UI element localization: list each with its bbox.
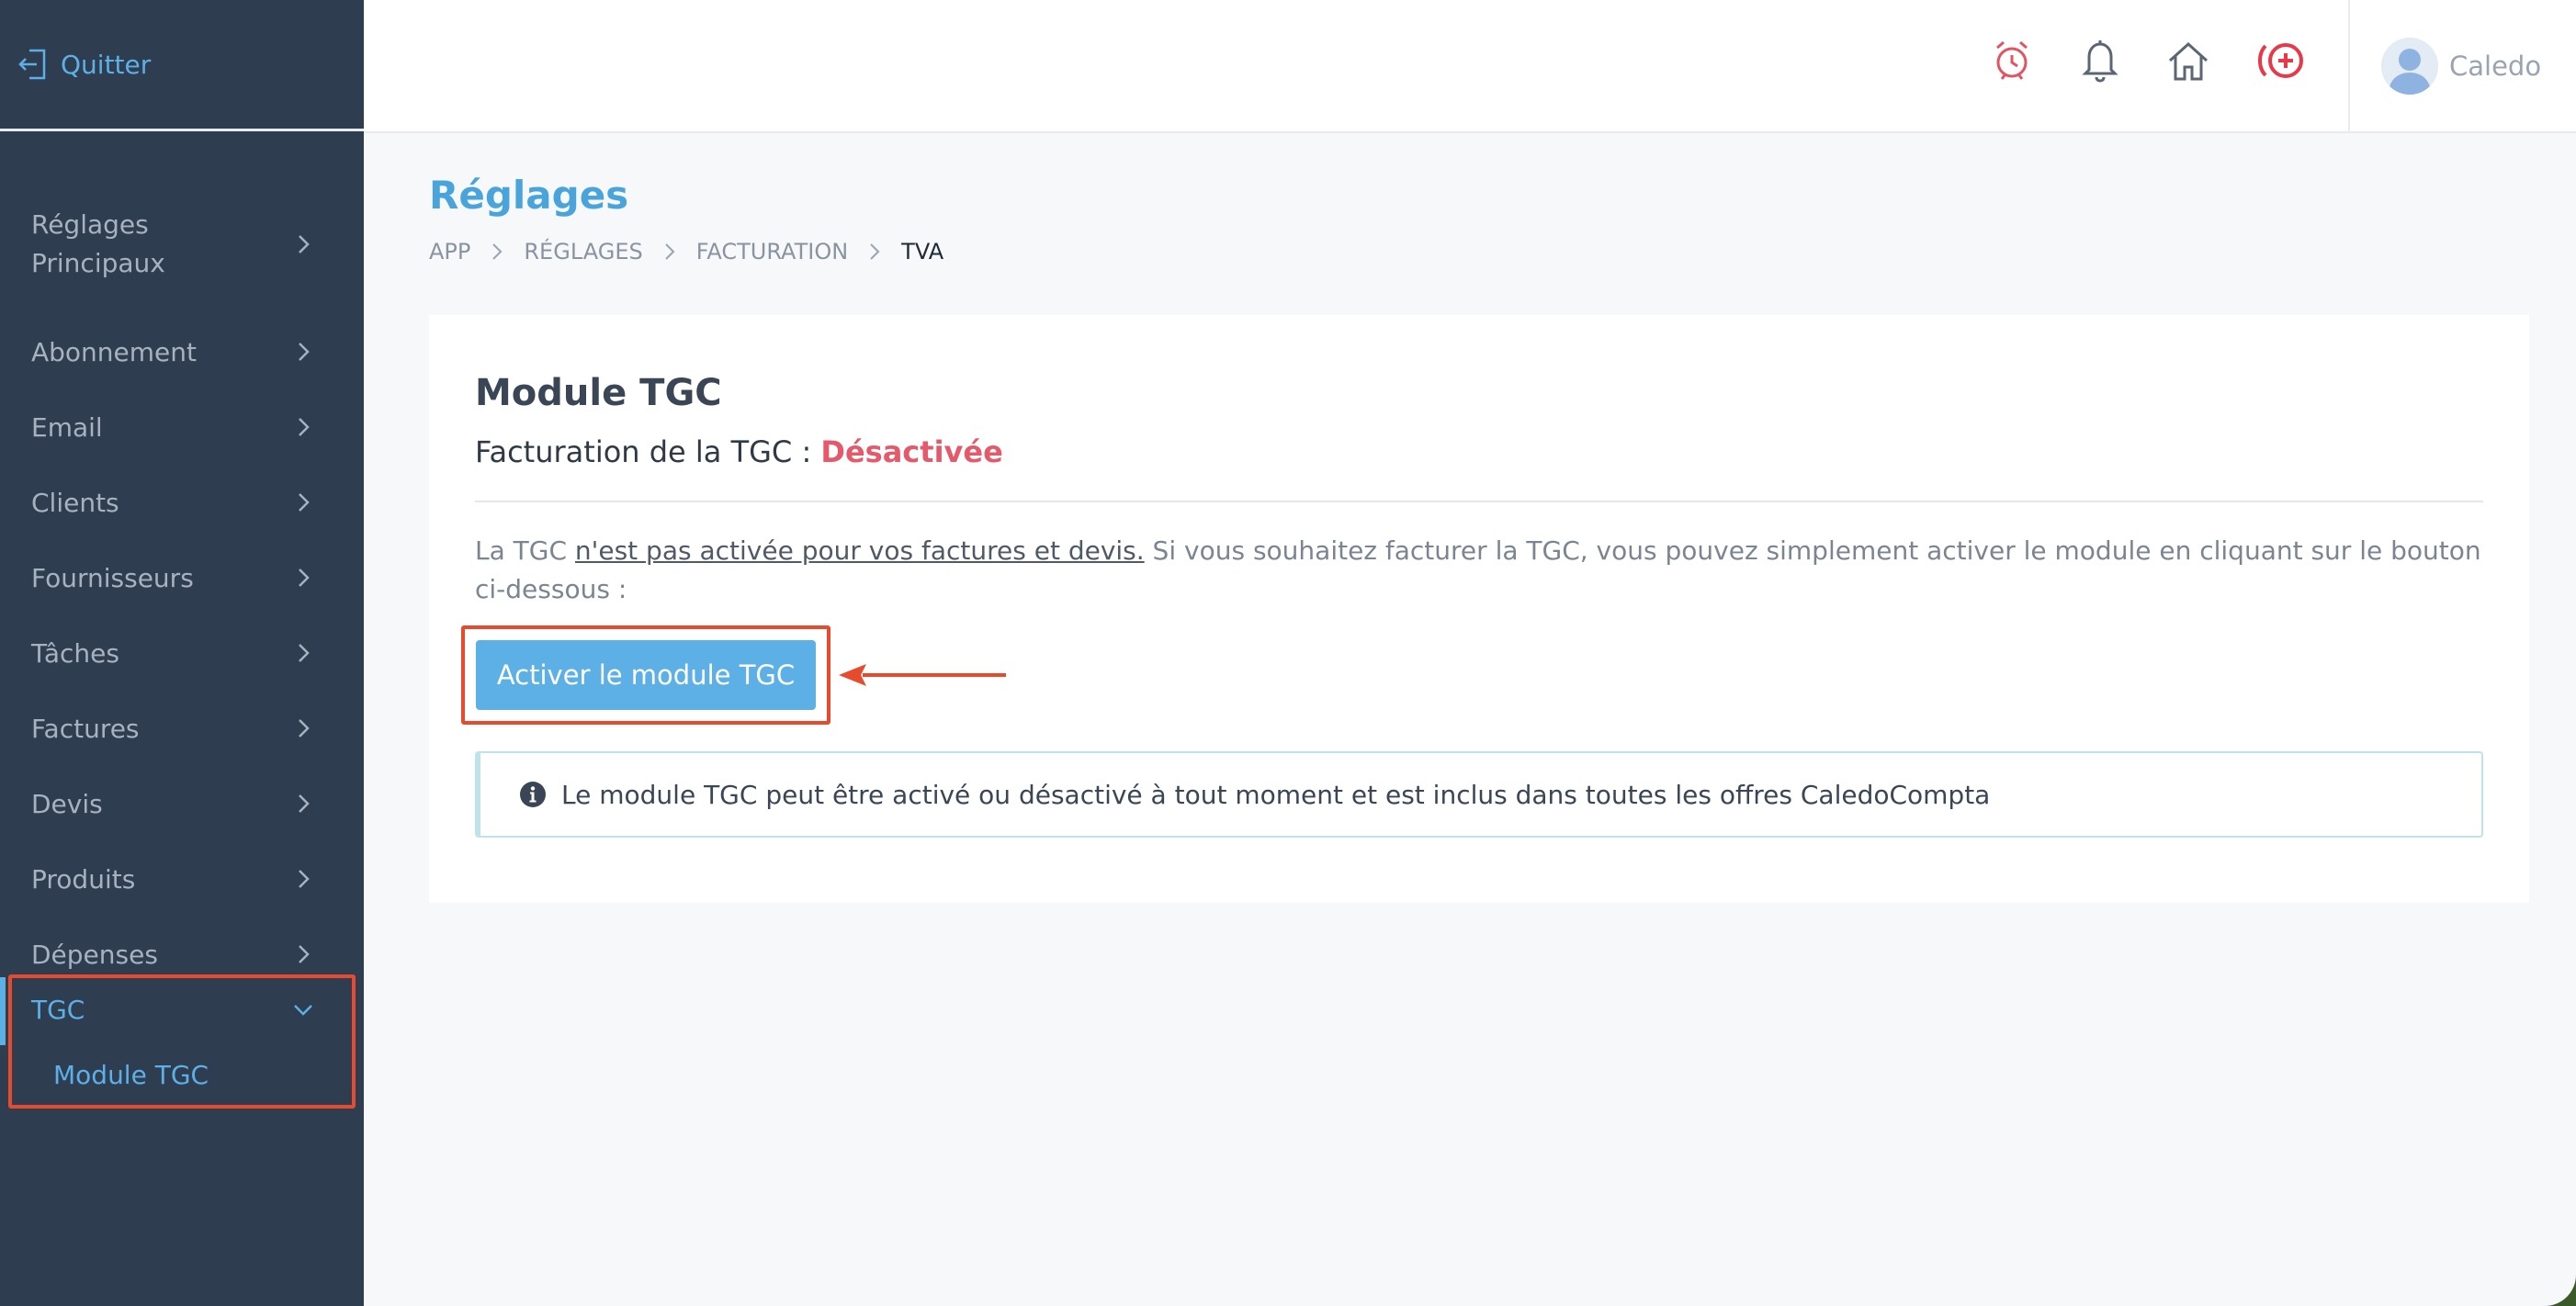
sidebar-item-reglages-principaux[interactable]: Réglages Principaux (0, 204, 364, 285)
chevron-right-icon (870, 243, 880, 260)
sidebar-item-abonnement[interactable]: Abonnement (0, 314, 364, 389)
breadcrumb-app[interactable]: APP (429, 239, 470, 265)
sidebar-item-label: Tâches (31, 637, 119, 669)
sidebar-item-label: Produits (31, 863, 136, 895)
sidebar-item-devis[interactable]: Devis (0, 766, 364, 841)
breadcrumb: APP RÉGLAGES FACTURATION TVA (429, 239, 943, 265)
chevron-right-icon (299, 569, 310, 587)
sidebar-item-label: Dépenses (31, 939, 158, 970)
sidebar-item-label: Email (31, 411, 103, 443)
arrow-left-icon (839, 664, 1006, 686)
chevron-right-icon (299, 794, 310, 813)
header-icons (1990, 37, 2310, 84)
avatar (2381, 37, 2438, 95)
bell-icon[interactable] (2078, 37, 2122, 84)
sidebar-nav: Réglages Principaux Abonnement Email Cli… (0, 204, 364, 992)
top-header: Caledo (364, 0, 2576, 133)
status-badge: Désactivée (820, 434, 1003, 469)
alarm-clock-icon[interactable] (1990, 37, 2034, 84)
user-name: Caledo (2449, 50, 2542, 82)
chevron-right-icon (299, 493, 310, 512)
billing-status-prefix: Facturation de la TGC : (475, 434, 821, 469)
user-menu[interactable]: Caledo (2348, 0, 2576, 131)
add-circle-icon[interactable] (2254, 37, 2310, 84)
chevron-right-icon (492, 243, 503, 260)
module-tgc-card: Module TGC Facturation de la TGC : Désac… (429, 315, 2529, 903)
sidebar-item-label: Fournisseurs (31, 562, 194, 593)
home-icon[interactable] (2166, 37, 2210, 84)
activate-module-button[interactable]: Activer le module TGC (476, 640, 816, 710)
quit-label: Quitter (61, 49, 152, 80)
info-icon (520, 782, 546, 807)
active-indicator (0, 977, 6, 1045)
sidebar-item-label: TGC (31, 995, 85, 1025)
breadcrumb-facturation[interactable]: FACTURATION (696, 239, 848, 265)
description-link[interactable]: n'est pas activée pour vos factures et d… (575, 535, 1145, 566)
card-title: Module TGC (475, 372, 722, 414)
sidebar-item-label: Réglages Principaux (31, 209, 165, 278)
info-alert: Le module TGC peut être activé ou désact… (475, 751, 2483, 838)
sidebar-header: Quitter (0, 0, 364, 131)
sidebar-item-taches[interactable]: Tâches (0, 615, 364, 691)
sidebar-item-clients[interactable]: Clients (0, 465, 364, 540)
chevron-right-icon (299, 418, 310, 436)
chevron-right-icon (299, 945, 310, 963)
divider (475, 501, 2483, 502)
breadcrumb-current: TVA (901, 239, 944, 265)
chevron-right-icon (665, 243, 675, 260)
chevron-right-icon (299, 644, 310, 662)
sidebar-item-tgc[interactable]: TGC (31, 995, 316, 1025)
logout-icon (18, 49, 46, 80)
app-window: Quitter Réglages Principaux Abonnement E… (0, 0, 2576, 1306)
breadcrumb-reglages[interactable]: RÉGLAGES (524, 239, 642, 265)
info-text: Le module TGC peut être activé ou désact… (561, 779, 1991, 810)
chevron-right-icon (299, 719, 310, 737)
chevron-down-icon (294, 1004, 312, 1016)
description-prefix: La TGC (475, 535, 575, 566)
sidebar-item-label: Clients (31, 487, 119, 518)
chevron-right-icon (299, 870, 310, 888)
user-avatar-icon (2381, 37, 2438, 95)
sidebar-item-factures[interactable]: Factures (0, 691, 364, 766)
sidebar-item-label: Factures (31, 713, 140, 744)
sidebar: Quitter Réglages Principaux Abonnement E… (0, 0, 364, 1306)
quit-link[interactable]: Quitter (17, 45, 151, 84)
sidebar-item-email[interactable]: Email (0, 389, 364, 465)
chevron-right-icon (299, 235, 310, 253)
sidebar-item-label: Abonnement (31, 336, 198, 367)
sidebar-item-fournisseurs[interactable]: Fournisseurs (0, 540, 364, 615)
page-title: Réglages (429, 173, 629, 218)
sidebar-item-produits[interactable]: Produits (0, 841, 364, 917)
module-description: La TGC n'est pas activée pour vos factur… (475, 532, 2483, 609)
chevron-right-icon (299, 343, 310, 361)
sidebar-item-label: Devis (31, 788, 103, 819)
billing-status-line: Facturation de la TGC : Désactivée (475, 434, 1003, 469)
sidebar-subitem-module-tgc[interactable]: Module TGC (53, 1060, 209, 1090)
